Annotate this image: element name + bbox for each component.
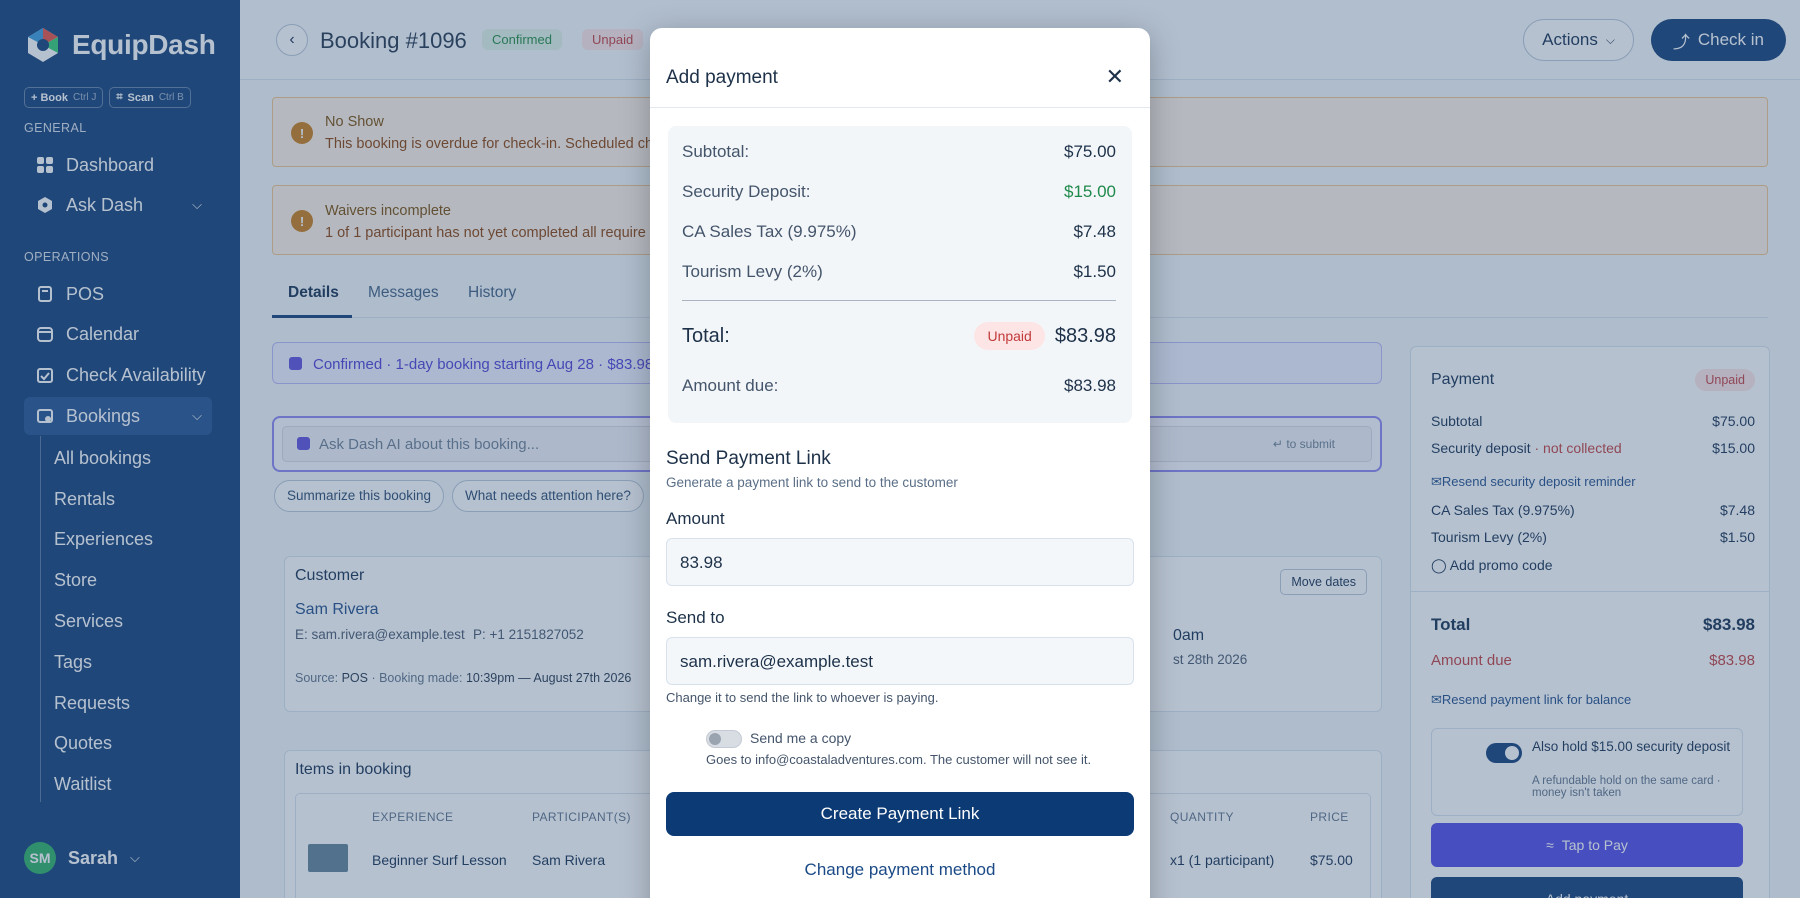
row-label: Amount due: bbox=[682, 376, 779, 395]
send-copy-label: Send me a copy bbox=[750, 730, 852, 746]
close-icon: ✕ bbox=[1105, 64, 1124, 89]
send-copy-toggle[interactable] bbox=[706, 730, 742, 748]
row-value: $1.50 bbox=[1073, 262, 1116, 281]
summary-row-deposit: Security Deposit: $15.00 bbox=[682, 182, 1116, 202]
row-label: CA Sales Tax (9.975%) bbox=[682, 222, 857, 241]
row-label: Security Deposit: bbox=[682, 182, 811, 201]
summary-row-levy: Tourism Levy (2%) $1.50 bbox=[682, 262, 1116, 282]
summary-row-total: Total: Unpaid $83.98 bbox=[682, 322, 1116, 350]
toggle-knob bbox=[709, 733, 721, 745]
status-badge: Unpaid bbox=[974, 322, 1045, 350]
row-value: $7.48 bbox=[1073, 222, 1116, 241]
summary-divider bbox=[682, 300, 1116, 301]
send-copy-help: Goes to info@coastaladventures.com. The … bbox=[706, 752, 1092, 767]
add-payment-modal: Add payment ✕ Subtotal: $75.00 Security D… bbox=[650, 28, 1150, 898]
row-label: Subtotal: bbox=[682, 142, 750, 161]
total-value: $83.98 bbox=[1054, 324, 1116, 347]
summary-row-subtotal: Subtotal: $75.00 bbox=[682, 142, 1116, 162]
modal-title: Add payment bbox=[666, 67, 778, 88]
send-to-input[interactable]: sam.rivera@example.test bbox=[666, 637, 1134, 685]
payment-summary: Subtotal: $75.00 Security Deposit: $15.00 … bbox=[668, 126, 1132, 423]
send-payment-link-subtitle: Generate a payment link to send to the c… bbox=[666, 475, 958, 490]
close-button[interactable]: ✕ bbox=[1106, 65, 1124, 89]
summary-row-tax: CA Sales Tax (9.975%) $7.48 bbox=[682, 222, 1116, 242]
amount-label: Amount bbox=[666, 509, 725, 528]
amount-input[interactable]: 83.98 bbox=[666, 538, 1134, 586]
send-to-help: Change it to send the link to whoever is… bbox=[666, 690, 939, 705]
row-value: $75.00 bbox=[1064, 142, 1116, 161]
total-label: Total: bbox=[682, 324, 730, 347]
row-value: $15.00 bbox=[1064, 182, 1116, 201]
create-payment-link-button[interactable]: Create Payment Link bbox=[666, 792, 1134, 836]
row-label: Tourism Levy (2%) bbox=[682, 262, 823, 281]
send-payment-link-title: Send Payment Link bbox=[666, 448, 831, 469]
change-payment-method-button[interactable]: Change payment method bbox=[666, 860, 1134, 880]
send-to-label: Send to bbox=[666, 608, 725, 627]
summary-row-due: Amount due: $83.98 bbox=[682, 376, 1116, 396]
modal-header: Add payment ✕ bbox=[650, 28, 1150, 108]
row-value: $83.98 bbox=[1064, 376, 1116, 395]
